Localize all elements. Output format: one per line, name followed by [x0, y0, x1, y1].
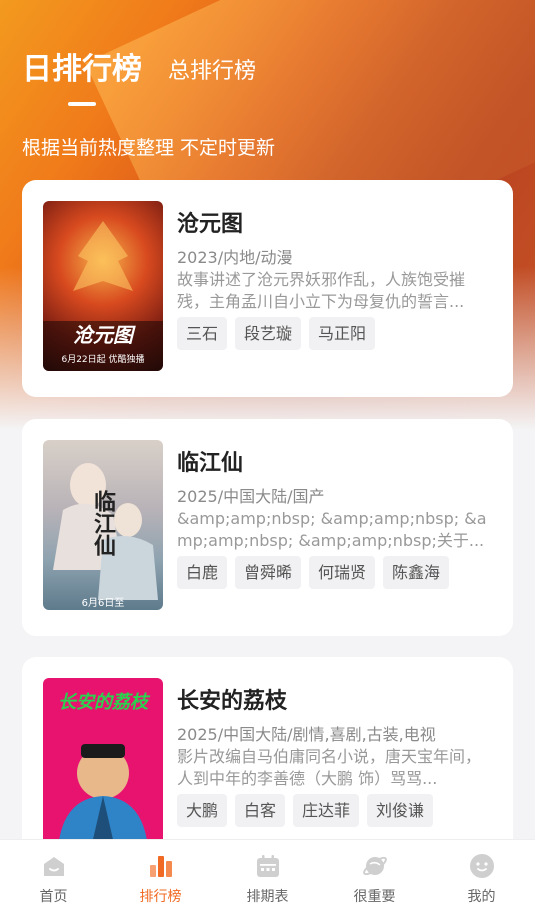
nav-home[interactable]: 首页: [0, 840, 107, 916]
poster-title-text: 沧元图: [73, 323, 133, 347]
cast-tag[interactable]: 白鹿: [177, 556, 228, 589]
nav-schedule-label: 排期表: [246, 889, 289, 905]
cast-tag[interactable]: 庄达菲: [293, 794, 360, 827]
item-title: 临江仙: [177, 451, 244, 476]
poster-image: 临江仙 6月6日至: [43, 440, 163, 610]
ranking-card[interactable]: 沧元图 6月22日起 优酷独播 沧元图 2023/内地/动漫 故事讲述了沧元界妖…: [22, 180, 513, 397]
item-meta: 2025/中国大陆/国产: [177, 487, 325, 506]
nav-important-label: 很重要: [353, 889, 396, 905]
cast-tag[interactable]: 大鹏: [177, 794, 228, 827]
nav-ranking[interactable]: 排行榜: [107, 840, 214, 916]
tab-total-label: 总排行榜: [168, 59, 257, 84]
nav-home-label: 首页: [39, 889, 68, 905]
ranking-tabs: 日排行榜 总排行榜: [22, 48, 256, 106]
profile-icon: [469, 854, 494, 878]
item-meta: 2023/内地/动漫: [177, 248, 293, 267]
nav-important[interactable]: 很重要: [321, 840, 428, 916]
ranking-card[interactable]: 临江仙 6月6日至 临江仙 2025/中国大陆/国产 &amp;amp;nbsp…: [22, 419, 513, 636]
cast-tags: 大鹏 白客 庄达菲 刘俊谦: [177, 794, 441, 827]
tab-daily-ranking[interactable]: 日排行榜: [22, 44, 142, 106]
calendar-icon: [256, 855, 279, 877]
item-meta: 2025/中国大陆/剧情,喜剧,古装,电视: [177, 725, 436, 744]
tab-daily-label: 日排行榜: [22, 52, 142, 87]
item-title: 长安的荔枝: [177, 689, 288, 714]
tab-total-ranking[interactable]: 总排行榜: [168, 53, 256, 88]
item-description: 影片改编自马伯庸同名小说，唐天宝年间，人到中年的李善德（大鹏 饰）骂骂...: [177, 747, 482, 788]
cast-tag[interactable]: 马正阳: [309, 317, 376, 350]
active-tab-indicator: [68, 102, 96, 106]
cast-tags: 白鹿 曾舜晞 何瑞贤 陈鑫海: [177, 556, 457, 589]
item-description: 故事讲述了沧元界妖邪作乱，人族饱受摧残，主角孟川自小立下为母复仇的誓言...: [177, 270, 466, 311]
cast-tag[interactable]: 何瑞贤: [309, 556, 376, 589]
bottom-navigation: 首页 排行榜 排期表 很重要 我的: [0, 839, 535, 916]
cast-tag[interactable]: 白客: [235, 794, 286, 827]
item-title: 沧元图: [177, 212, 244, 237]
ranking-subtitle: 根据当前热度整理 不定时更新: [22, 137, 276, 159]
ranking-icon: [149, 856, 172, 877]
nav-schedule[interactable]: 排期表: [214, 840, 321, 916]
cast-tag[interactable]: 三石: [177, 317, 228, 350]
cast-tag[interactable]: 曾舜晞: [235, 556, 302, 589]
cast-tags: 三石 段艺璇 马正阳: [177, 317, 383, 350]
poster-title-text: 临江仙: [90, 490, 115, 556]
cast-tag[interactable]: 陈鑫海: [383, 556, 450, 589]
nav-ranking-label: 排行榜: [139, 889, 182, 905]
item-description: &amp;amp;nbsp; &amp;amp;nbsp; &amp;amp;n…: [177, 509, 487, 550]
planet-icon: [362, 856, 387, 876]
poster-image: 沧元图 6月22日起 优酷独播: [43, 201, 163, 371]
nav-profile-label: 我的: [467, 889, 496, 905]
poster-caption: 6月6日至: [81, 598, 125, 609]
nav-profile[interactable]: 我的: [428, 840, 535, 916]
ranking-card[interactable]: 长安的荔枝 长安的荔枝 2025/中国大陆/剧情,喜剧,古装,电视 影片改编自马…: [22, 657, 513, 857]
poster-title-text: 长安的荔枝: [58, 692, 148, 713]
cast-tag[interactable]: 刘俊谦: [367, 794, 434, 827]
cast-tag[interactable]: 段艺璇: [235, 317, 302, 350]
poster-image: 长安的荔枝: [43, 678, 163, 848]
poster-caption: 6月22日起 优酷独播: [61, 355, 145, 365]
home-icon: [43, 857, 64, 876]
